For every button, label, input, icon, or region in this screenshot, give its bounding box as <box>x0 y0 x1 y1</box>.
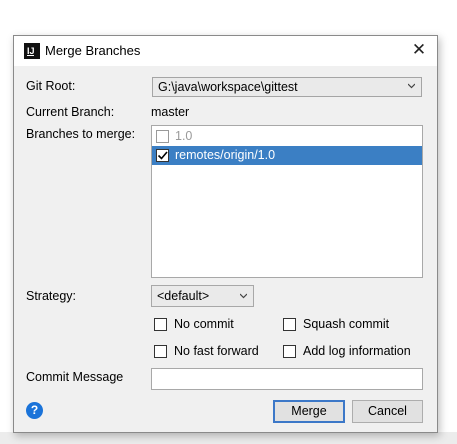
help-icon[interactable]: ? <box>26 402 43 419</box>
no-commit-checkbox[interactable] <box>154 318 167 331</box>
checkbox[interactable] <box>156 130 169 143</box>
list-item[interactable]: 1.0 <box>152 127 422 146</box>
merge-branches-dialog: IJ Merge Branches ✕ Git Root: G:\java\wo… <box>13 35 438 433</box>
no-commit-label: No commit <box>174 317 234 331</box>
add-log-information-checkbox[interactable] <box>283 345 296 358</box>
git-root-select[interactable]: G:\java\workspace\gittest <box>152 77 422 97</box>
squash-commit-checkbox[interactable] <box>283 318 296 331</box>
no-fast-forward-checkbox[interactable] <box>154 345 167 358</box>
branch-label: remotes/origin/1.0 <box>175 148 276 162</box>
merge-button[interactable]: Merge <box>273 400 345 423</box>
add-log-information-label: Add log information <box>303 344 411 358</box>
checkbox-checked[interactable] <box>156 149 169 162</box>
strategy-select[interactable]: <default> <box>151 285 254 307</box>
git-root-value: G:\java\workspace\gittest <box>158 80 298 94</box>
squash-commit-label: Squash commit <box>303 317 390 331</box>
current-branch-label: Current Branch: <box>26 105 115 119</box>
checkmark-icon <box>157 151 168 160</box>
strategy-value: <default> <box>157 289 210 303</box>
title-bar: IJ Merge Branches ✕ <box>14 36 437 66</box>
chevron-down-icon <box>408 83 415 89</box>
list-item[interactable]: remotes/origin/1.0 <box>152 146 422 165</box>
dialog-title: Merge Branches <box>45 43 141 58</box>
branches-list[interactable]: 1.0 remotes/origin/1.0 <box>151 125 423 278</box>
taskbar-strip <box>0 432 457 444</box>
commit-message-label: Commit Message <box>26 370 124 384</box>
no-fast-forward-label: No fast forward <box>174 344 259 358</box>
git-root-label: Git Root: <box>26 79 75 93</box>
branches-to-merge-label: Branches to merge: <box>26 127 136 141</box>
git-root-label-text: Git Root: <box>26 79 76 93</box>
commit-message-input[interactable] <box>151 368 423 390</box>
chevron-down-icon <box>240 293 247 299</box>
current-branch-value: master <box>151 105 190 119</box>
strategy-label: Strategy: <box>26 289 77 303</box>
intellij-app-icon: IJ <box>24 43 40 59</box>
branch-label: 1.0 <box>175 129 193 143</box>
cancel-button[interactable]: Cancel <box>352 400 423 423</box>
close-icon[interactable]: ✕ <box>409 40 429 60</box>
